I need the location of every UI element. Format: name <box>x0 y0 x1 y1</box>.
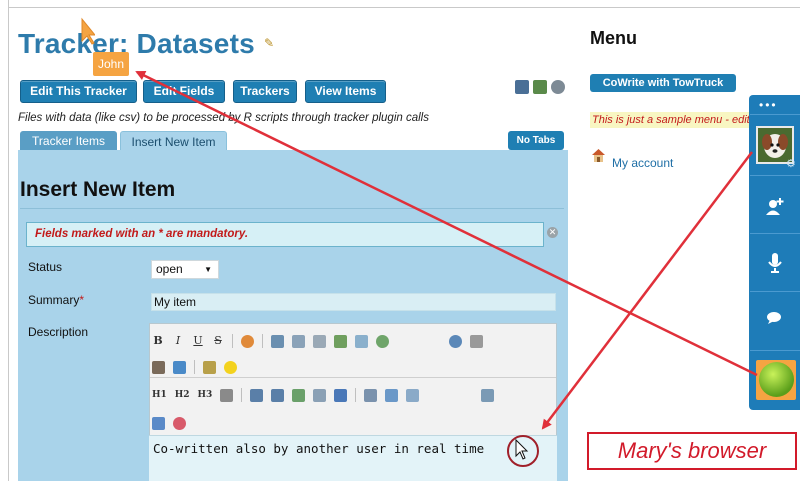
box-icon[interactable] <box>313 388 327 402</box>
arrow-to-local-cursor <box>541 151 753 430</box>
description-textarea[interactable]: Co-written also by another user in real … <box>149 435 557 481</box>
strikethrough-button[interactable]: S <box>212 334 224 348</box>
export-icon[interactable] <box>533 80 547 94</box>
status-select[interactable]: open ▼ <box>151 260 219 279</box>
menu-title: Menu <box>590 28 637 48</box>
tracker-description: Files with data (like csv) to be process… <box>18 112 429 124</box>
mandatory-notice: Fields marked with an * are mandatory. <box>26 222 544 247</box>
microphone-icon[interactable] <box>767 252 783 279</box>
edit-pencil-icon[interactable]: ✎ <box>264 37 276 49</box>
add-user-icon[interactable] <box>765 196 785 221</box>
editor-toolbar-divider <box>150 377 556 378</box>
annotation-label: Mary's browser <box>587 432 797 470</box>
media-icon[interactable] <box>355 334 368 348</box>
status-label: Status <box>28 260 63 274</box>
gear-icon[interactable]: ⚙ <box>786 158 798 170</box>
find-icon[interactable] <box>152 360 165 374</box>
remote-cursor-icon <box>81 17 95 45</box>
tennis-ball-avatar-icon <box>759 362 794 397</box>
chevron-down-icon: ▼ <box>204 265 212 274</box>
image-icon[interactable] <box>271 334 284 348</box>
towtruck-drag-handle[interactable]: ••• <box>759 98 778 112</box>
color-icon[interactable] <box>241 334 254 348</box>
towtruck-divider <box>750 291 800 292</box>
bold-button[interactable]: B <box>152 334 164 348</box>
towtruck-divider <box>750 175 800 176</box>
tab-insert-new-item[interactable]: Insert New Item <box>120 131 227 151</box>
chat-glyph <box>767 312 781 324</box>
globe-icon[interactable] <box>376 334 389 348</box>
sample-menu-text: This is just a sample menu - edit it <box>590 112 750 128</box>
trackers-button[interactable]: Trackers <box>233 80 297 103</box>
special-char-icon[interactable] <box>203 360 216 374</box>
add-window-icon[interactable] <box>481 388 495 402</box>
status-select-value: open <box>156 262 183 276</box>
description-label: Description <box>28 325 89 339</box>
toolbar-separator <box>355 388 357 402</box>
copy-icon[interactable] <box>292 334 305 348</box>
editor-toolbar-row-1: B I U S <box>152 330 483 352</box>
summary-input[interactable]: My item <box>151 293 556 311</box>
page-border-top <box>8 7 800 8</box>
remote-cursor-label: John <box>93 52 129 76</box>
page-border-left <box>8 0 9 481</box>
edit-tracker-button[interactable]: Edit This Tracker <box>20 80 137 103</box>
replace-icon[interactable] <box>173 360 186 374</box>
view-items-button[interactable]: View Items <box>305 80 386 103</box>
toolbar-separator <box>194 360 195 374</box>
smiley-icon[interactable] <box>224 360 237 374</box>
no-tabs-button[interactable]: No Tabs <box>508 131 564 150</box>
unlink-icon[interactable] <box>334 334 347 348</box>
save-icon[interactable] <box>515 80 529 94</box>
editor-toolbar-row-3: H1 H2 H3 <box>152 384 495 406</box>
towtruck-divider <box>750 233 800 234</box>
link-icon[interactable] <box>313 334 326 348</box>
underline-button[interactable]: U <box>192 334 204 348</box>
editor-toolbar-row-4 <box>152 412 186 434</box>
summary-label-text: Summary <box>28 293 80 307</box>
cowrite-button[interactable]: CoWrite with TowTruck <box>590 74 736 92</box>
toolbar-separator <box>262 334 263 348</box>
bullet-list-icon[interactable] <box>271 388 285 402</box>
html-icon[interactable] <box>334 388 348 402</box>
table-icon[interactable] <box>406 388 420 402</box>
italic-button[interactable]: I <box>172 334 184 348</box>
editor-toolbar-row-2 <box>152 356 237 378</box>
my-account-link[interactable]: My account <box>612 156 673 170</box>
microphone-glyph <box>768 253 782 273</box>
toolbar-separator <box>232 334 233 348</box>
page-break-icon[interactable] <box>364 388 378 402</box>
heading-divider <box>20 208 564 209</box>
tab-tracker-items[interactable]: Tracker Items <box>20 131 117 151</box>
towtruck-divider <box>750 350 800 351</box>
form-heading: Insert New Item <box>20 178 176 201</box>
watch-icon[interactable] <box>551 80 565 94</box>
dog-avatar-icon <box>758 128 792 162</box>
heading-3-button[interactable]: H3 <box>198 388 213 402</box>
page-title: Tracker: Datasets <box>18 28 255 59</box>
align-icon[interactable] <box>220 388 234 402</box>
toolbar-separator <box>241 388 243 402</box>
add-user-glyph <box>766 198 784 215</box>
wrench-icon[interactable] <box>470 334 483 348</box>
cancel-icon[interactable] <box>173 416 186 430</box>
heading-1-button[interactable]: H1 <box>152 388 167 402</box>
help-icon[interactable] <box>449 334 462 348</box>
numbered-list-icon[interactable] <box>250 388 264 402</box>
required-marker: * <box>79 293 85 307</box>
highlight-circle <box>507 435 539 467</box>
summary-label: Summary* <box>28 293 84 307</box>
home-icon <box>592 149 605 162</box>
add-box-icon[interactable] <box>292 388 306 402</box>
close-icon[interactable]: ✕ <box>547 227 558 238</box>
document-icon[interactable] <box>385 388 399 402</box>
source-icon[interactable] <box>152 416 165 430</box>
towtruck-divider <box>750 114 800 115</box>
edit-fields-button[interactable]: Edit Fields <box>143 80 225 103</box>
tracker-tool-icons <box>515 80 567 96</box>
chat-icon[interactable] <box>766 311 782 328</box>
heading-2-button[interactable]: H2 <box>175 388 190 402</box>
